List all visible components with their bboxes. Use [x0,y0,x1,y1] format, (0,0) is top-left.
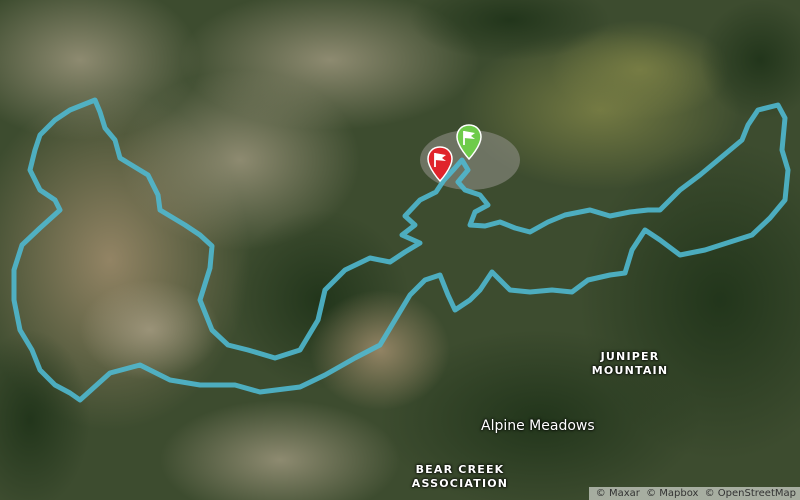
start-flag-icon[interactable] [456,124,482,160]
juniper-line2: MOUNTAIN [591,364,669,377]
attribution-mapbox-link[interactable]: © Mapbox [646,488,698,499]
map-view[interactable]: JUNIPER MOUNTAIN Alpine Meadows BEAR CRE… [0,0,800,500]
alpine-meadows-label: Alpine Meadows [481,418,595,434]
bear-creek-label: BEAR CREEK ASSOCIATION [410,463,510,491]
finish-flag-icon[interactable] [427,146,453,182]
bear-line1: BEAR CREEK [415,463,505,476]
bear-line2: ASSOCIATION [411,477,509,490]
route-track [11,97,791,403]
route-line [11,97,791,403]
attribution-osm-link[interactable]: © OpenStreetMap [705,488,796,499]
map-attribution: © Maxar © Mapbox © OpenStreetMap [588,487,800,500]
juniper-mountain-label: JUNIPER MOUNTAIN [590,350,670,378]
juniper-line1: JUNIPER [600,350,660,363]
attribution-maxar-link[interactable]: © Maxar [596,488,640,499]
